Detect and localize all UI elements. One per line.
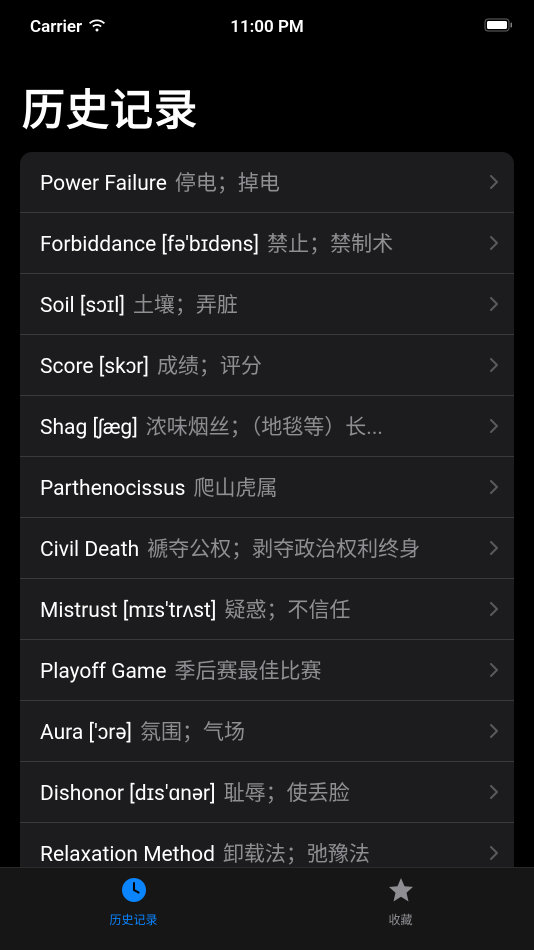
list-item-content: Dishonor [dɪs'ɑnər] 耻辱；使丢脸 [40, 777, 480, 807]
history-list: Power Failure 停电；掉电 Forbiddance [fə'bɪdə… [20, 152, 514, 944]
page-title: 历史记录 [0, 44, 534, 152]
chevron-right-icon [490, 541, 498, 555]
list-item-term: Mistrust [mɪs'trʌst] [40, 599, 217, 623]
list-item-def: 氛围；气场 [140, 716, 245, 746]
list-item[interactable]: Dishonor [dɪs'ɑnər] 耻辱；使丢脸 [20, 762, 514, 823]
list-item-def: 褫夺公权；剥夺政治权利终身 [147, 533, 420, 563]
list-item-term: Power Failure [40, 172, 167, 196]
list-item[interactable]: Parthenocissus 爬山虎属 [20, 457, 514, 518]
wifi-icon [88, 17, 106, 37]
chevron-right-icon [490, 724, 498, 738]
tab-favorites[interactable]: 收藏 [267, 868, 534, 930]
list-item[interactable]: Soil [sɔɪl] 土壤；弄脏 [20, 274, 514, 335]
list-item-content: Power Failure 停电；掉电 [40, 167, 480, 197]
chevron-right-icon [490, 602, 498, 616]
list-item-def: 疑惑；不信任 [225, 594, 351, 624]
list-item-content: Parthenocissus 爬山虎属 [40, 472, 480, 502]
list-item-term: Soil [sɔɪl] [40, 294, 125, 318]
chevron-right-icon [490, 358, 498, 372]
status-left: Carrier [30, 17, 106, 37]
chevron-right-icon [490, 297, 498, 311]
list-item[interactable]: Aura ['ɔrə] 氛围；气场 [20, 701, 514, 762]
list-item[interactable]: Civil Death 褫夺公权；剥夺政治权利终身 [20, 518, 514, 579]
tab-history[interactable]: 历史记录 [0, 868, 267, 930]
list-item-def: 季后赛最佳比赛 [174, 655, 321, 685]
chevron-right-icon [490, 663, 498, 677]
list-item-term: Aura ['ɔrə] [40, 721, 132, 745]
time-label: 11:00 PM [230, 17, 304, 37]
chevron-right-icon [490, 480, 498, 494]
chevron-right-icon [490, 785, 498, 799]
clock-icon [120, 876, 148, 908]
list-item-term: Score [skɔr] [40, 355, 149, 379]
list-item-term: Relaxation Method [40, 843, 215, 867]
battery-icon [484, 17, 514, 37]
list-item[interactable]: Forbiddance [fə'bɪdəns] 禁止；禁制术 [20, 213, 514, 274]
list-item[interactable]: Power Failure 停电；掉电 [20, 152, 514, 213]
list-item[interactable]: Playoff Game 季后赛最佳比赛 [20, 640, 514, 701]
tab-history-label: 历史记录 [109, 911, 157, 928]
list-item-term: Parthenocissus [40, 477, 186, 501]
list-item-term: Dishonor [dɪs'ɑnər] [40, 782, 216, 806]
list-item-def: 耻辱；使丢脸 [224, 777, 350, 807]
list-item-def: 浓味烟丝；（地毯等）长... [146, 411, 383, 441]
list-item-term: Shag [ʃæg] [40, 416, 138, 440]
chevron-right-icon [490, 236, 498, 250]
tab-bar: 历史记录 收藏 [0, 867, 534, 950]
list-item-content: Playoff Game 季后赛最佳比赛 [40, 655, 480, 685]
chevron-right-icon [490, 846, 498, 860]
status-bar: Carrier 11:00 PM [0, 0, 534, 44]
list-item-def: 成绩；评分 [157, 350, 262, 380]
list-item-content: Mistrust [mɪs'trʌst] 疑惑；不信任 [40, 594, 480, 624]
list-item[interactable]: Score [skɔr] 成绩；评分 [20, 335, 514, 396]
list-item[interactable]: Shag [ʃæg] 浓味烟丝；（地毯等）长... [20, 396, 514, 457]
chevron-right-icon [490, 419, 498, 433]
chevron-right-icon [490, 175, 498, 189]
tab-favorites-label: 收藏 [388, 911, 412, 928]
carrier-label: Carrier [30, 17, 82, 37]
list-item[interactable]: Mistrust [mɪs'trʌst] 疑惑；不信任 [20, 579, 514, 640]
list-item-term: Forbiddance [fə'bɪdəns] [40, 233, 259, 257]
list-item-content: Aura ['ɔrə] 氛围；气场 [40, 716, 480, 746]
list-item-def: 禁止；禁制术 [267, 228, 393, 258]
list-item-content: Soil [sɔɪl] 土壤；弄脏 [40, 289, 480, 319]
star-icon [387, 876, 415, 908]
list-item-term: Playoff Game [40, 660, 166, 684]
list-item-content: Civil Death 褫夺公权；剥夺政治权利终身 [40, 533, 480, 563]
status-right [484, 17, 514, 37]
list-item-def: 停电；掉电 [175, 167, 280, 197]
list-item-def: 爬山虎属 [194, 472, 278, 502]
list-item-content: Relaxation Method 卸载法；弛豫法 [40, 838, 480, 868]
list-item-def: 土壤；弄脏 [133, 289, 238, 319]
list-item-def: 卸载法；弛豫法 [223, 838, 370, 868]
list-item-content: Score [skɔr] 成绩；评分 [40, 350, 480, 380]
list-item-content: Shag [ʃæg] 浓味烟丝；（地毯等）长... [40, 411, 480, 441]
list-item-content: Forbiddance [fə'bɪdəns] 禁止；禁制术 [40, 228, 480, 258]
list-item-term: Civil Death [40, 538, 139, 562]
